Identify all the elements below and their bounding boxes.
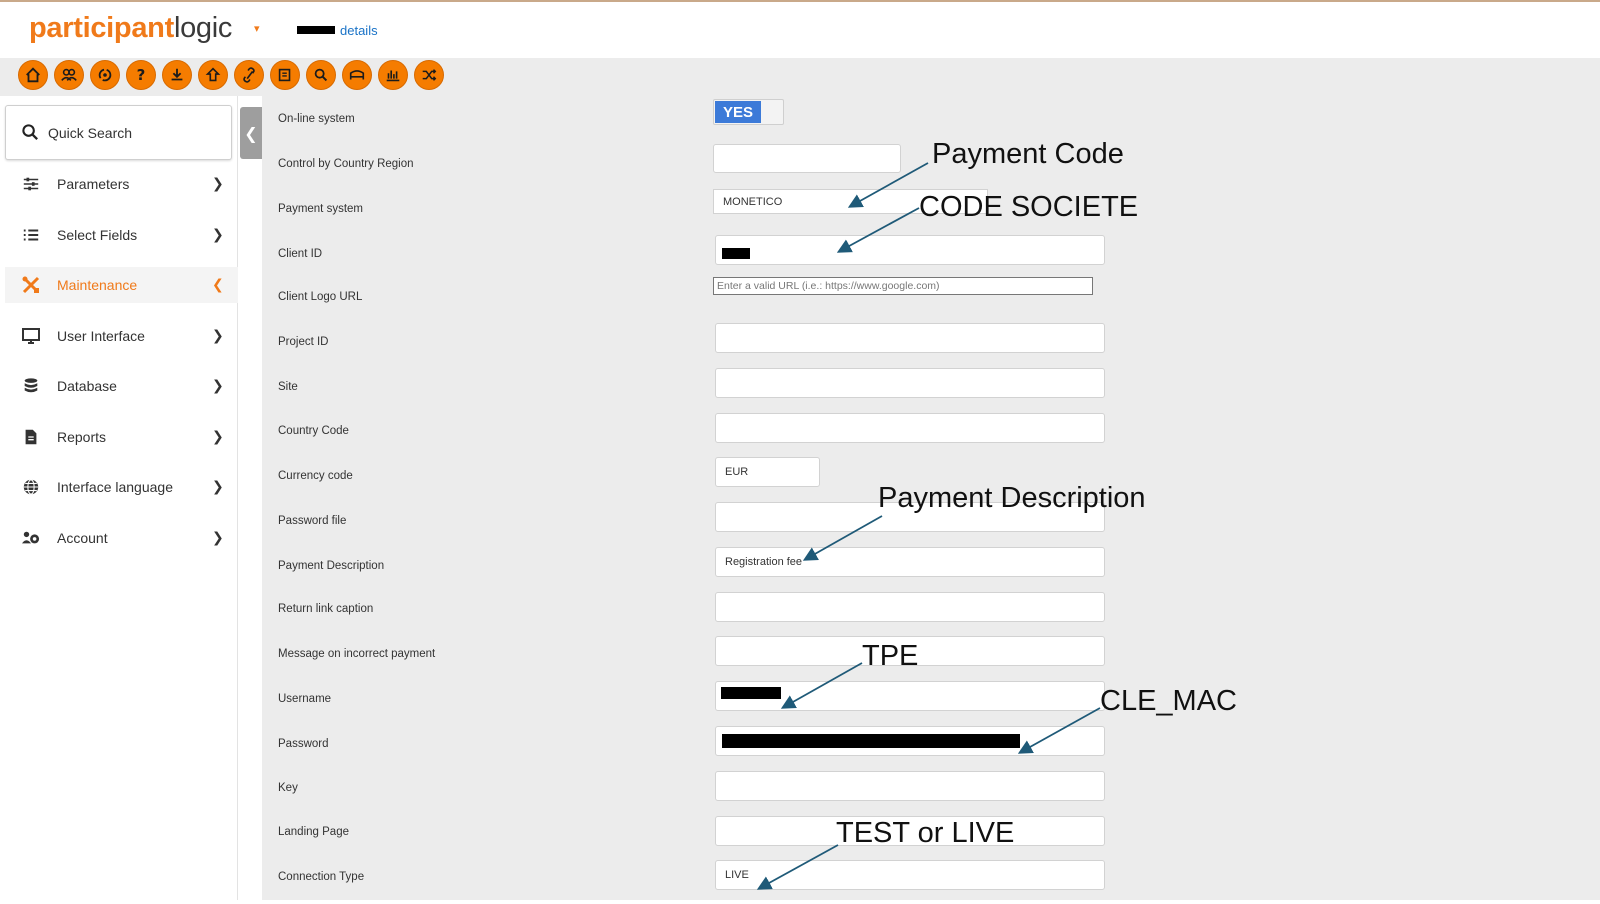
sidebar: Quick Search Parameters ❯ Select Fields …	[0, 96, 238, 904]
annotation-payment-description: Payment Description	[878, 482, 1146, 514]
details-link[interactable]: details	[340, 23, 378, 38]
incorrect-payment-message-label: Message on incorrect payment	[278, 648, 436, 660]
tools-icon	[20, 274, 42, 296]
annotation-code-societe: CODE SOCIETE	[919, 191, 1139, 223]
payment-system-label: Payment system	[278, 203, 363, 215]
redacted-client-id	[722, 248, 750, 259]
sidebar-item-label: Parameters	[57, 176, 130, 192]
chevron-right-icon: ❯	[212, 227, 224, 243]
hotel-icon[interactable]	[342, 60, 372, 90]
currency-code-input[interactable]: EUR	[715, 457, 820, 487]
return-link-caption-label: Return link caption	[278, 603, 374, 615]
chevron-left-icon: ❮	[244, 123, 258, 143]
sidebar-item-user-interface[interactable]: User Interface ❯	[5, 318, 238, 354]
toolbar: ?	[0, 58, 1600, 96]
bottom-strip	[0, 900, 1600, 904]
annotation-payment-code: Payment Code	[932, 138, 1124, 170]
redacted-event-name	[297, 26, 335, 34]
payment-description-label: Payment Description	[278, 560, 385, 572]
site-input[interactable]	[715, 368, 1105, 398]
edit-icon[interactable]	[270, 60, 300, 90]
logo-part1: participant	[29, 12, 174, 44]
currency-code-label: Currency code	[278, 470, 353, 482]
chevron-right-icon: ❯	[212, 479, 224, 495]
control-country-region-label: Control by Country Region	[278, 158, 414, 170]
annotation-test-or-live: TEST or LIVE	[836, 817, 1015, 849]
password-label: Password	[278, 738, 329, 750]
country-code-input[interactable]	[715, 413, 1105, 443]
redacted-username	[721, 687, 781, 699]
logo-dropdown-caret-icon[interactable]: ▾	[254, 22, 260, 35]
sync-icon[interactable]	[90, 60, 120, 90]
help-icon[interactable]: ?	[126, 60, 156, 90]
client-id-input[interactable]	[715, 235, 1105, 265]
sidebar-item-select-fields[interactable]: Select Fields ❯	[5, 217, 238, 253]
sidebar-item-parameters[interactable]: Parameters ❯	[5, 166, 238, 202]
chevron-right-icon: ❯	[212, 530, 224, 546]
database-icon	[20, 375, 42, 397]
sidebar-item-maintenance[interactable]: Maintenance ❮	[5, 267, 238, 303]
password-file-label: Password file	[278, 515, 347, 527]
key-label: Key	[278, 782, 298, 794]
online-system-toggle[interactable]: YES	[713, 99, 784, 125]
landing-page-label: Landing Page	[278, 826, 349, 838]
sidebar-item-database[interactable]: Database ❯	[5, 368, 238, 404]
connection-type-input[interactable]: LIVE	[715, 860, 1105, 890]
globe-icon	[20, 476, 42, 498]
return-link-caption-input[interactable]	[715, 592, 1105, 622]
sliders-icon	[20, 173, 42, 195]
chevron-right-icon: ❯	[212, 176, 224, 192]
sidebar-item-label: Select Fields	[57, 227, 138, 243]
download-icon[interactable]	[162, 60, 192, 90]
online-system-label: On-line system	[278, 113, 355, 125]
sidebar-item-label: User Interface	[57, 328, 145, 344]
key-input[interactable]	[715, 771, 1105, 801]
search-icon[interactable]	[306, 60, 336, 90]
chevron-right-icon: ❯	[212, 378, 224, 394]
client-logo-url-label: Client Logo URL	[278, 291, 363, 303]
sidebar-item-label: Reports	[57, 429, 107, 445]
sidebar-collapse-button[interactable]: ❮	[240, 107, 262, 159]
shuffle-icon[interactable]	[414, 60, 444, 90]
control-country-region-input[interactable]	[713, 144, 901, 173]
list-icon	[20, 224, 42, 246]
home-icon[interactable]	[18, 60, 48, 90]
connection-type-label: Connection Type	[278, 871, 365, 883]
redacted-password	[722, 734, 1020, 748]
report-icon	[20, 426, 42, 448]
search-icon	[22, 124, 38, 140]
upload-icon[interactable]	[198, 60, 228, 90]
annotation-tpe: TPE	[862, 640, 919, 672]
chevron-right-icon: ❯	[212, 429, 224, 445]
monitor-icon	[20, 325, 42, 347]
toggle-on-state: YES	[715, 101, 761, 123]
project-id-input[interactable]	[715, 323, 1105, 353]
client-id-label: Client ID	[278, 248, 323, 260]
annotation-cle-mac: CLE_MAC	[1100, 685, 1237, 717]
project-id-label: Project ID	[278, 336, 329, 348]
sidebar-item-label: Account	[57, 530, 108, 546]
link-icon[interactable]	[234, 60, 264, 90]
sidebar-item-interface-language[interactable]: Interface language ❯	[5, 469, 238, 505]
quick-search-label: Quick Search	[48, 124, 133, 141]
chart-icon[interactable]	[378, 60, 408, 90]
sidebar-item-label: Maintenance	[57, 277, 138, 293]
sidebar-item-label: Interface language	[57, 479, 173, 495]
app-logo[interactable]: participantlogic	[29, 12, 232, 45]
username-label: Username	[278, 693, 332, 705]
site-label: Site	[278, 381, 298, 393]
chevron-left-icon: ❮	[212, 277, 224, 293]
payment-description-input[interactable]: Registration fee	[715, 547, 1105, 577]
account-icon	[20, 527, 42, 549]
client-logo-url-input[interactable]: Enter a valid URL (i.e.: https://www.goo…	[713, 277, 1093, 295]
quick-search-input[interactable]: Quick Search	[5, 105, 232, 160]
header: participantlogic ▾ details	[0, 2, 1600, 58]
users-icon[interactable]	[54, 60, 84, 90]
logo-part2: logic	[173, 12, 233, 44]
chevron-right-icon: ❯	[212, 328, 224, 344]
sidebar-item-reports[interactable]: Reports ❯	[5, 419, 238, 455]
country-code-label: Country Code	[278, 425, 349, 437]
sidebar-item-label: Database	[57, 378, 117, 394]
sidebar-item-account[interactable]: Account ❯	[5, 520, 238, 556]
